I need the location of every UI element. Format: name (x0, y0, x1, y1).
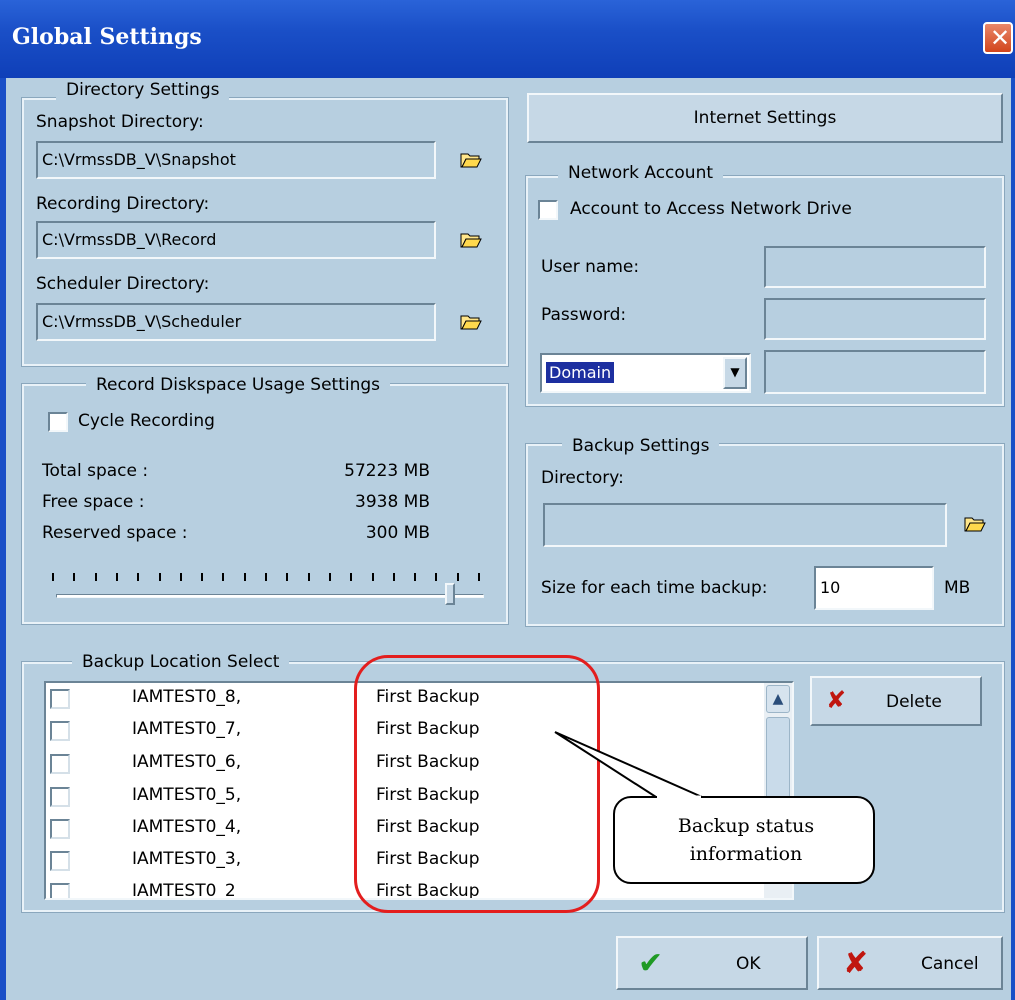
network-account-checkbox-label: Account to Access Network Drive (570, 199, 852, 219)
folder-open-icon[interactable] (460, 314, 482, 330)
cycle-recording-label: Cycle Recording (78, 411, 215, 431)
username-label: User name: (541, 257, 640, 277)
slider-tick (94, 573, 97, 581)
scrollbar-thumb[interactable] (766, 717, 790, 807)
snapshot-directory-label: Snapshot Directory: (36, 112, 204, 132)
password-label: Password: (541, 305, 627, 325)
cancel-label: Cancel (921, 954, 979, 974)
row-name: IAMTEST0_6, (132, 752, 242, 772)
row-checkbox[interactable] (50, 883, 70, 898)
snapshot-directory-field[interactable]: C:\VrmssDB_V\Snapshot (36, 141, 436, 179)
username-field[interactable] (764, 246, 986, 288)
callout-line-2: information (689, 843, 803, 865)
slider-ticks (52, 573, 484, 587)
slider-tick (179, 573, 182, 581)
network-account-legend: Network Account (558, 163, 724, 183)
scheduler-directory-label: Scheduler Directory: (36, 274, 210, 294)
row-name: IAMTEST0_4, (132, 817, 242, 837)
row-name: IAMTEST0_8, (132, 687, 242, 707)
row-checkbox[interactable] (50, 787, 70, 807)
delete-label: Delete (886, 692, 942, 712)
reserved-space-slider-track[interactable] (56, 594, 484, 598)
internet-settings-button[interactable]: Internet Settings (527, 93, 1003, 143)
folder-open-icon[interactable] (460, 232, 482, 248)
chevron-down-icon[interactable]: ▼ (723, 357, 747, 389)
backup-size-unit: MB (944, 578, 971, 598)
cancel-button[interactable]: ✘ Cancel (817, 936, 1003, 990)
slider-tick (115, 573, 118, 581)
slider-tick (456, 573, 459, 581)
network-account-checkbox[interactable] (538, 200, 558, 220)
slider-tick (392, 573, 395, 581)
backup-size-field[interactable]: 10 (814, 566, 934, 610)
row-name: IAMTEST0_5, (132, 785, 242, 805)
checkmark-icon: ✔ (638, 946, 664, 981)
cycle-recording-checkbox[interactable] (48, 412, 68, 432)
close-button[interactable]: ✕ (983, 22, 1013, 54)
backup-size-label: Size for each time backup: (541, 578, 768, 598)
slider-tick (350, 573, 353, 581)
close-icon: ✕ (990, 24, 1011, 52)
slider-tick (222, 573, 225, 581)
slider-tick (243, 573, 246, 581)
row-name: IAMTEST0_3, (132, 849, 242, 869)
delete-icon: ✘ (826, 686, 847, 714)
domain-select-value: Domain (546, 362, 615, 383)
slider-tick (328, 573, 331, 581)
row-checkbox[interactable] (50, 721, 70, 741)
reserved-space-value: 300 MB (365, 523, 430, 543)
scheduler-directory-field[interactable]: C:\VrmssDB_V\Scheduler (36, 303, 436, 341)
slider-tick (52, 573, 54, 581)
backup-directory-label: Directory: (541, 468, 624, 488)
slider-tick (371, 573, 374, 581)
title-bar: Global Settings ✕ (0, 0, 1015, 78)
row-checkbox[interactable] (50, 819, 70, 839)
ok-button[interactable]: ✔ OK (616, 936, 808, 990)
row-name: IAMTEST0_2 (132, 881, 236, 900)
cancel-icon: ✘ (843, 946, 869, 981)
chevron-up-icon[interactable]: ▲ (766, 685, 790, 713)
backup-location-legend: Backup Location Select (72, 652, 290, 672)
slider-tick (307, 573, 310, 581)
total-space-label: Total space : (42, 461, 149, 481)
total-space-value: 57223 MB (344, 461, 430, 481)
backup-directory-field[interactable] (543, 503, 947, 547)
delete-button[interactable]: ✘ Delete (810, 676, 982, 726)
folder-open-icon[interactable] (460, 152, 482, 168)
recording-directory-field[interactable]: C:\VrmssDB_V\Record (36, 221, 436, 259)
free-space-label: Free space : (42, 492, 145, 512)
slider-tick (414, 573, 417, 581)
slider-tick (137, 573, 140, 581)
status-highlight-oval (354, 655, 600, 913)
window-title: Global Settings (12, 24, 202, 50)
slider-tick (435, 573, 438, 581)
backup-settings-legend: Backup Settings (562, 436, 720, 456)
reserved-space-slider-thumb[interactable] (444, 583, 455, 605)
slider-tick (478, 573, 480, 581)
ok-label: OK (736, 954, 761, 974)
disk-usage-legend: Record Diskspace Usage Settings (86, 375, 391, 395)
directory-settings-legend: Directory Settings (56, 80, 230, 100)
row-checkbox[interactable] (50, 851, 70, 871)
password-field[interactable] (764, 298, 986, 340)
callout-box: Backup status information (613, 796, 875, 884)
slider-tick (201, 573, 204, 581)
callout-line-1: Backup status (677, 815, 815, 837)
reserved-space-label: Reserved space : (42, 523, 188, 543)
row-checkbox[interactable] (50, 689, 70, 709)
recording-directory-label: Recording Directory: (36, 194, 210, 214)
folder-open-icon[interactable] (964, 516, 986, 532)
slider-tick (286, 573, 289, 581)
row-name: IAMTEST0_7, (132, 719, 242, 739)
domain-select[interactable]: Domain ▼ (540, 353, 751, 393)
row-checkbox[interactable] (50, 754, 70, 774)
domain-field[interactable] (764, 350, 986, 394)
slider-tick (73, 573, 76, 581)
internet-settings-label: Internet Settings (693, 108, 837, 128)
free-space-value: 3938 MB (355, 492, 430, 512)
slider-tick (158, 573, 161, 581)
slider-tick (265, 573, 267, 581)
